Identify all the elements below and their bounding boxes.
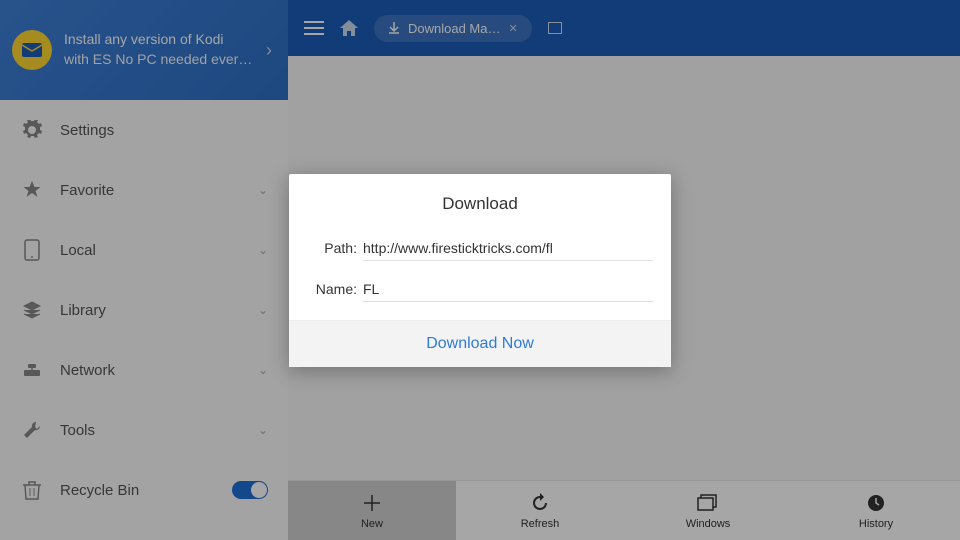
download-dialog: Download Path: Name: Download Now xyxy=(289,174,671,367)
path-label: Path: xyxy=(307,240,363,256)
name-input[interactable] xyxy=(363,277,653,302)
name-label: Name: xyxy=(307,281,363,297)
modal-overlay: Download Path: Name: Download Now xyxy=(0,0,960,540)
download-now-button[interactable]: Download Now xyxy=(289,320,671,367)
dialog-title: Download xyxy=(289,174,671,228)
path-input[interactable] xyxy=(363,236,653,261)
